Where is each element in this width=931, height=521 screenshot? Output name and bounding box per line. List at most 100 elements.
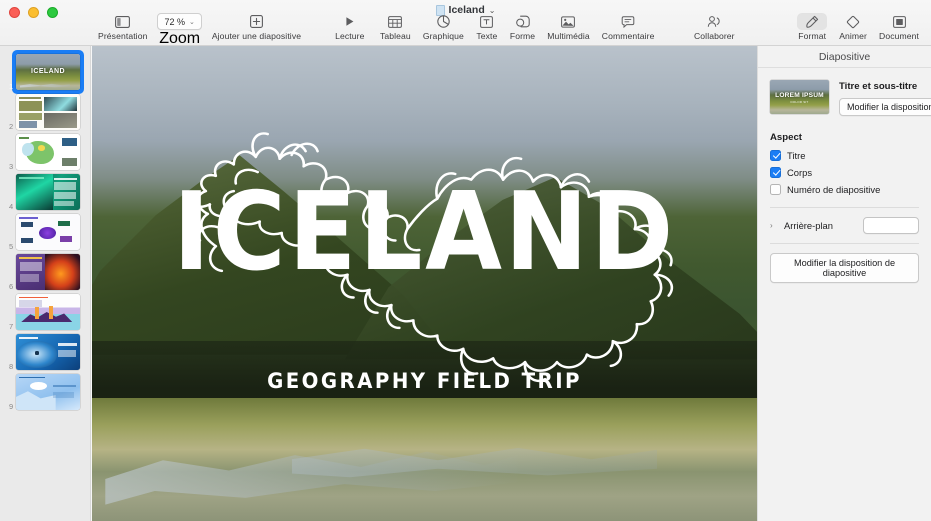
- slide-thumbnail-6[interactable]: 6: [0, 252, 90, 292]
- slide-layout-row: LOREM IPSUM DOLOR SIT Titre et sous-titr…: [758, 68, 931, 116]
- inspector-divider-1: [770, 207, 919, 208]
- inspector-header: Diapositive: [758, 46, 931, 68]
- appearance-option-titre[interactable]: Titre: [758, 147, 931, 164]
- zoom-control[interactable]: 72 % ⌄ Zoom: [157, 13, 202, 48]
- format-inspector: Diapositive LOREM IPSUM DOLOR SIT Titre …: [757, 46, 931, 521]
- slide-number: 3: [9, 162, 14, 171]
- slide-layout-name: Titre et sous-titre: [839, 81, 918, 92]
- background-label: Arrière-plan: [784, 220, 833, 231]
- appearance-section-title: Aspect: [770, 132, 802, 143]
- format-label: Format: [798, 31, 827, 41]
- inspector-divider-2: [770, 243, 919, 244]
- chevron-right-icon[interactable]: ›: [770, 221, 778, 230]
- insert-chart-label: Graphique: [422, 31, 464, 41]
- checkbox-titre[interactable]: [770, 150, 781, 161]
- comment-icon: [621, 13, 635, 30]
- document-inspector-button[interactable]: Document: [873, 13, 925, 41]
- insert-table-button[interactable]: Tableau: [374, 13, 417, 41]
- shape-icon: [515, 13, 530, 30]
- slide-thumbnail-image: [16, 134, 80, 170]
- zoom-value-text: 72 %: [164, 16, 185, 27]
- slide-canvas[interactable]: ICELAND GEOGRAPHY FIELD TRIP: [91, 46, 757, 521]
- slide-thumbnail-image: [16, 294, 80, 330]
- collaborate-button[interactable]: Collaborer: [688, 13, 741, 41]
- keynote-window: Iceland ⌄ Présentation 72 % ⌄ Zoom Ajout…: [0, 0, 931, 521]
- insert-table-label: Tableau: [380, 31, 411, 41]
- slide-number: 4: [9, 202, 14, 211]
- slide-number: 6: [9, 282, 14, 291]
- slide-number: 8: [9, 362, 14, 371]
- edit-master-slide-button[interactable]: Modifier la disposition de diapositive: [770, 253, 919, 283]
- slide-thumbnail-2[interactable]: 2: [0, 92, 90, 132]
- slide-thumbnail-image: [16, 94, 80, 130]
- slide-thumbnail-image: ICELAND: [16, 54, 80, 90]
- slide-thumbnail-image: [16, 174, 80, 210]
- insert-media-button[interactable]: Multimédia: [541, 13, 596, 41]
- checkbox-slide-number[interactable]: [770, 184, 781, 195]
- insert-shape-button[interactable]: Forme: [504, 13, 541, 41]
- slide-title[interactable]: ICELAND: [119, 179, 731, 287]
- add-slide-label: Ajouter une diapositive: [211, 31, 302, 41]
- insert-shape-label: Forme: [509, 31, 536, 41]
- checkbox-titre-label: Titre: [787, 150, 806, 161]
- view-button[interactable]: Présentation: [92, 13, 153, 41]
- text-box-icon: [480, 13, 494, 30]
- slide-number: 5: [9, 242, 14, 251]
- collaborate-person-icon: [707, 13, 722, 30]
- slide-thumbnail-4[interactable]: 4: [0, 172, 90, 212]
- slide-subtitle[interactable]: GEOGRAPHY FIELD TRIP: [112, 369, 737, 393]
- view-button-label: Présentation: [98, 31, 148, 41]
- slide-layout-thumbnail[interactable]: LOREM IPSUM DOLOR SIT: [770, 80, 829, 114]
- toolbar-insert-group: Tableau Graphique Texte Forme Multimédia…: [374, 13, 660, 41]
- slide-navigator[interactable]: 1 ICELAND 2 3 4 5 6 7 8 9: [0, 46, 91, 521]
- change-layout-button[interactable]: Modifier la disposition: [839, 98, 931, 116]
- sidebar-panel-icon: [115, 13, 131, 30]
- plus-square-icon: [250, 13, 263, 30]
- appearance-option-slide-number[interactable]: Numéro de diapositive: [758, 181, 931, 198]
- insert-text-label: Texte: [476, 31, 498, 41]
- insert-text-button[interactable]: Texte: [470, 13, 504, 41]
- collaborate-label: Collaborer: [694, 31, 735, 41]
- slide-thumbnail-5[interactable]: 5: [0, 212, 90, 252]
- format-brush-icon: [797, 13, 828, 30]
- chart-pie-icon: [437, 13, 450, 30]
- animate-diamond-icon: [846, 13, 860, 30]
- background-row[interactable]: › Arrière-plan: [758, 217, 931, 234]
- insert-comment-button[interactable]: Commentaire: [596, 13, 661, 41]
- toolbar-inspector-group: Format Animer Document: [791, 13, 925, 41]
- layout-thumbnail-title: LOREM IPSUM: [775, 92, 824, 100]
- slide-thumbnail-1[interactable]: 1 ICELAND: [0, 50, 90, 94]
- thumbnail-title: ICELAND: [31, 67, 65, 75]
- slide-thumbnail-7[interactable]: 7: [0, 292, 90, 332]
- slide-thumbnail-image: [16, 374, 80, 410]
- media-image-icon: [561, 13, 576, 30]
- animate-label: Animer: [839, 31, 868, 41]
- animate-inspector-button[interactable]: Animer: [833, 13, 873, 41]
- insert-chart-button[interactable]: Graphique: [417, 13, 470, 41]
- checkbox-corps[interactable]: [770, 167, 781, 178]
- slide-thumbnail-9[interactable]: 9: [0, 372, 90, 412]
- slide-number: 9: [9, 402, 14, 411]
- slide-number: 7: [9, 322, 14, 331]
- current-slide[interactable]: ICELAND GEOGRAPHY FIELD TRIP: [92, 46, 757, 521]
- slide-thumbnail-3[interactable]: 3: [0, 132, 90, 172]
- format-inspector-button[interactable]: Format: [791, 13, 833, 41]
- document-label: Document: [879, 31, 919, 41]
- table-icon: [388, 13, 403, 30]
- slide-number: 1: [9, 82, 14, 91]
- document-icon: [892, 13, 906, 30]
- play-button[interactable]: Lecture: [329, 13, 370, 41]
- slide-thumbnail-image: [16, 214, 80, 250]
- background-color-well[interactable]: [863, 217, 919, 234]
- toolbar-left-group: Présentation 72 % ⌄ Zoom Ajouter une dia…: [92, 13, 370, 48]
- toolbar-collaborate-group: Collaborer: [688, 13, 741, 41]
- appearance-option-corps[interactable]: Corps: [758, 164, 931, 181]
- chevron-down-icon: ⌄: [188, 18, 195, 26]
- zoom-value-button[interactable]: 72 % ⌄: [157, 13, 202, 30]
- insert-comment-label: Commentaire: [601, 31, 655, 41]
- add-slide-button[interactable]: Ajouter une diapositive: [206, 13, 307, 41]
- slide-thumbnail-8[interactable]: 8: [0, 332, 90, 372]
- slide-thumbnail-image: [16, 254, 80, 290]
- slide-layout-info: Titre et sous-titre Modifier la disposit…: [839, 80, 931, 116]
- slide-thumbnail-image: [16, 334, 80, 370]
